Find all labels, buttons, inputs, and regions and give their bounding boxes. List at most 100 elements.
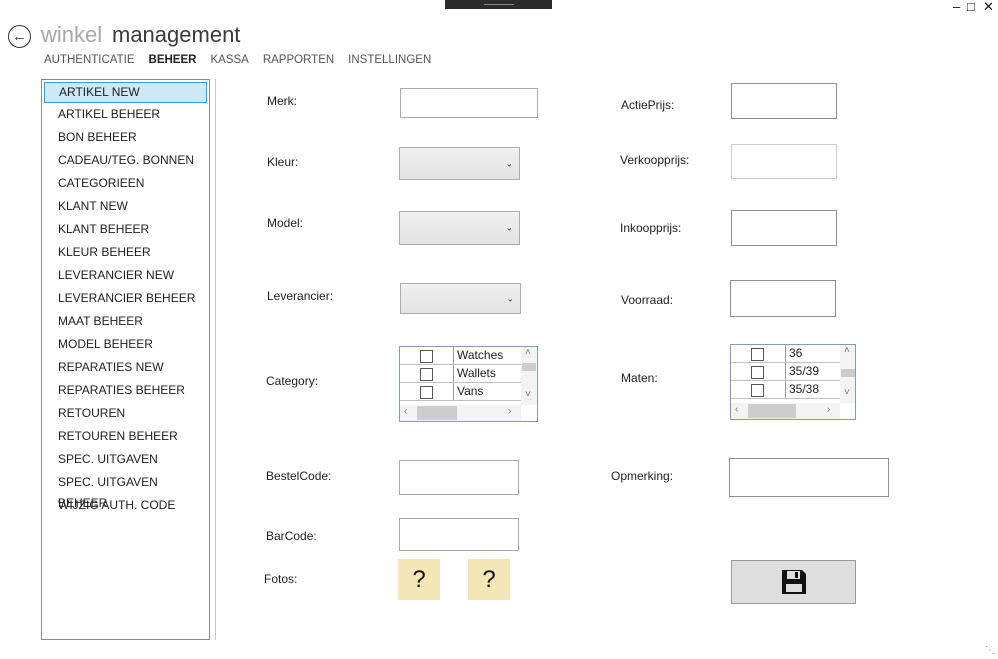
save-button[interactable] (731, 560, 856, 604)
photo-placeholder-1[interactable]: ? (398, 559, 440, 600)
scroll-up-icon[interactable]: ˄ (844, 345, 850, 356)
category-listbox[interactable]: Watches Wallets Vans ˄ ˅ ‹ › (399, 346, 538, 422)
sidebar-item-klant-new[interactable]: KLANT NEW (44, 196, 207, 217)
model-select[interactable]: ⌄ (399, 211, 520, 245)
column-separator (785, 345, 786, 362)
scroll-right-icon[interactable]: › (508, 406, 511, 417)
resize-grip-icon[interactable]: ⋱ (985, 645, 995, 656)
sidebar-item-reparaties-beheer[interactable]: REPARATIES BEHEER (44, 380, 207, 401)
column-separator (453, 383, 454, 400)
inkoopprijs-label: Inkoopprijs: (620, 221, 682, 235)
category-item-label: Wallets (457, 366, 496, 380)
bestelcode-label: BestelCode: (266, 469, 332, 483)
verkoopprijs-input[interactable] (731, 144, 837, 179)
checkbox[interactable] (420, 386, 433, 399)
sidebar-item-bon-beheer[interactable]: BON BEHEER (44, 127, 207, 148)
sidebar-item-wijzig-auth-code[interactable]: WIJZIG AUTH. CODE (44, 495, 207, 516)
sidebar-item-retouren-beheer[interactable]: RETOUREN BEHEER (44, 426, 207, 447)
maten-item-label: 36 (789, 346, 803, 360)
minimize-icon[interactable]: – (953, 0, 960, 14)
maten-label: Maten: (621, 371, 658, 385)
bestelcode-input[interactable] (399, 460, 519, 495)
fotos-label: Fotos: (264, 572, 298, 586)
leverancier-select[interactable]: ⌄ (400, 283, 521, 314)
leverancier-label: Leverancier: (267, 289, 334, 303)
list-item[interactable]: 36 (731, 345, 840, 363)
opmerking-input[interactable] (729, 458, 889, 497)
voorraad-label: Voorraad: (621, 293, 674, 307)
checkbox[interactable] (751, 384, 764, 397)
nav-kassa[interactable]: KASSA (210, 54, 248, 66)
sidebar-item-categorieen[interactable]: CATEGORIEEN (44, 173, 207, 194)
sidebar-item-artikel-new[interactable]: ARTIKEL NEW (44, 82, 207, 103)
sidebar-list[interactable]: ARTIKEL NEW ARTIKEL BEHEER BON BEHEER CA… (41, 79, 210, 640)
checkbox[interactable] (420, 350, 433, 363)
actieprijs-input[interactable] (731, 83, 837, 119)
column-separator (453, 347, 454, 364)
list-item[interactable]: 35/39 (731, 363, 840, 381)
back-button[interactable]: ← (8, 25, 31, 48)
nav-authenticatie[interactable]: AUTHENTICATIE (44, 54, 135, 66)
sidebar-item-leverancier-beheer[interactable]: LEVERANCIER BEHEER (44, 288, 207, 309)
scroll-thumb[interactable] (841, 369, 855, 377)
sidebar-item-leverancier-new[interactable]: LEVERANCIER NEW (44, 265, 207, 286)
inkoopprijs-input[interactable] (731, 210, 837, 246)
category-item-label: Vans (457, 384, 484, 398)
merk-label: Merk: (267, 94, 297, 108)
list-item[interactable]: Watches (400, 347, 521, 365)
list-item[interactable]: 35/38 (731, 381, 840, 399)
sidebar-item-artikel-beheer[interactable]: ARTIKEL BEHEER (44, 104, 207, 125)
chevron-down-icon: ⌄ (506, 293, 514, 303)
vertical-scrollbar[interactable]: ˄ ˅ (521, 347, 537, 405)
maximize-icon[interactable]: □ (967, 0, 975, 14)
list-item[interactable]: Wallets (400, 365, 521, 383)
scroll-thumb[interactable] (522, 363, 536, 371)
scroll-up-icon[interactable]: ˄ (525, 347, 531, 358)
opmerking-label: Opmerking: (611, 469, 674, 483)
voorraad-input[interactable] (730, 280, 836, 317)
sidebar-item-cadeau-teg-bonnen[interactable]: CADEAU/TEG. BONNEN (44, 150, 207, 171)
horizontal-scrollbar[interactable]: ‹ › (400, 405, 521, 421)
chevron-down-icon: ⌄ (505, 158, 513, 168)
sidebar-item-reparaties-new[interactable]: REPARATIES NEW (44, 357, 207, 378)
sidebar-item-retouren[interactable]: RETOUREN (44, 403, 207, 424)
sidebar-item-klant-beheer[interactable]: KLANT BEHEER (44, 219, 207, 240)
horizontal-scrollbar[interactable]: ‹ › (731, 403, 840, 419)
scroll-left-icon[interactable]: ‹ (404, 406, 407, 417)
merk-input[interactable] (400, 88, 538, 118)
close-icon[interactable]: ✕ (983, 0, 994, 14)
maten-item-label: 35/38 (789, 382, 820, 396)
floppy-disk-icon (781, 570, 806, 594)
list-item[interactable]: Vans (400, 383, 521, 401)
barcode-input[interactable] (399, 518, 519, 551)
app-title-dark: management (112, 22, 241, 47)
checkbox[interactable] (751, 366, 764, 379)
checkbox[interactable] (420, 368, 433, 381)
scroll-left-icon[interactable]: ‹ (735, 404, 738, 415)
maten-item-label: 35/39 (789, 364, 820, 378)
kleur-select[interactable]: ⌄ (399, 147, 520, 180)
category-label: Category: (266, 374, 319, 388)
scroll-down-icon[interactable]: ˅ (525, 389, 531, 400)
sidebar-item-spec-uitgaven[interactable]: SPEC. UITGAVEN (44, 449, 207, 470)
column-separator (785, 381, 786, 398)
actieprijs-label: ActiePrijs: (621, 98, 675, 112)
nav-instellingen[interactable]: INSTELLINGEN (348, 54, 431, 66)
scroll-down-icon[interactable]: ˅ (844, 387, 850, 398)
nav-beheer[interactable]: BEHEER (149, 54, 197, 66)
photo-placeholder-2[interactable]: ? (468, 559, 510, 600)
scroll-right-icon[interactable]: › (827, 404, 830, 415)
category-item-label: Watches (457, 348, 504, 362)
scroll-thumb[interactable] (748, 404, 796, 418)
vertical-scrollbar[interactable]: ˄ ˅ (840, 345, 855, 403)
scroll-thumb[interactable] (417, 406, 457, 420)
chevron-down-icon: ⌄ (505, 222, 513, 233)
sidebar-item-model-beheer[interactable]: MODEL BEHEER (44, 334, 207, 355)
sidebar-item-kleur-beheer[interactable]: KLEUR BEHEER (44, 242, 207, 263)
checkbox[interactable] (751, 348, 764, 361)
sidebar-item-spec-uitgaven-beheer[interactable]: SPEC. UITGAVEN BEHEER (44, 472, 207, 510)
grip-line (484, 4, 514, 5)
maten-listbox[interactable]: 36 35/39 35/38 ˄ ˅ ‹ › (730, 344, 856, 420)
nav-rapporten[interactable]: RAPPORTEN (263, 54, 334, 66)
sidebar-item-maat-beheer[interactable]: MAAT BEHEER (44, 311, 207, 332)
